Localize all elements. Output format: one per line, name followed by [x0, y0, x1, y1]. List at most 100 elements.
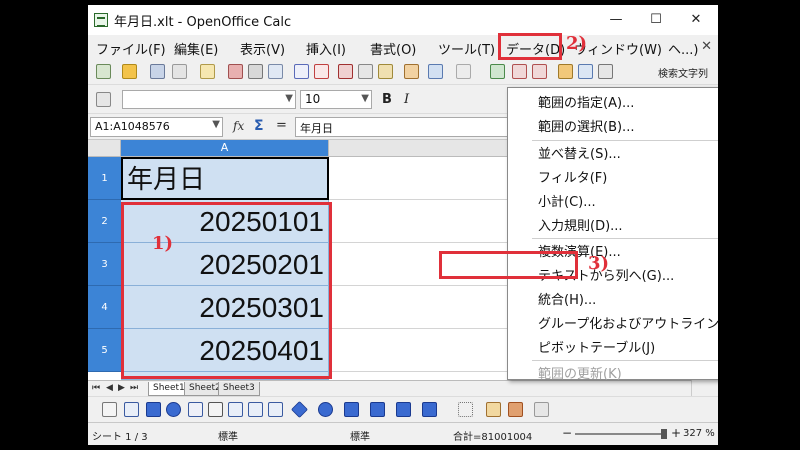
- callout-icon[interactable]: [248, 402, 263, 417]
- stars-icon[interactable]: [422, 402, 437, 417]
- font-name-select[interactable]: ▼: [122, 90, 296, 109]
- standard-toolbar: 検索文字列: [88, 59, 718, 85]
- italic-button[interactable]: I: [404, 92, 409, 107]
- draw-functions-icon[interactable]: [578, 64, 593, 79]
- sort-descending-icon[interactable]: [532, 64, 547, 79]
- navigator-icon[interactable]: [598, 64, 613, 79]
- zoom-slider-handle[interactable]: [660, 429, 667, 439]
- column-header-a[interactable]: A: [121, 140, 329, 157]
- page-style[interactable]: 標準: [218, 428, 238, 443]
- row-header-3[interactable]: 3: [88, 243, 121, 286]
- search-text-label[interactable]: 検索文字列: [658, 65, 708, 80]
- connector-icon[interactable]: [228, 402, 243, 417]
- menu-file[interactable]: ファイル(F): [96, 39, 166, 58]
- chart-icon[interactable]: [558, 64, 573, 79]
- copy-icon[interactable]: [358, 64, 373, 79]
- autospellcheck-icon[interactable]: [314, 64, 329, 79]
- select-all-corner[interactable]: [88, 140, 121, 157]
- freeform-icon[interactable]: [188, 402, 203, 417]
- data-menu-item-select-range[interactable]: 範囲の選択(B)...: [538, 116, 634, 135]
- callouts-icon[interactable]: [396, 402, 411, 417]
- sheet-tab-3[interactable]: Sheet3: [218, 382, 260, 396]
- zoom-level[interactable]: 327 %: [683, 428, 715, 439]
- sheet-tab-bar: ⏮ ◀ ▶ ⏭ Sheet1 Sheet2 Sheet3: [88, 380, 691, 396]
- select-arrow-icon[interactable]: [102, 402, 117, 417]
- data-menu-item-sort[interactable]: 並べ替え(S)...: [538, 143, 621, 162]
- menu-window[interactable]: ウィンドウ(W): [574, 39, 662, 58]
- menu-format[interactable]: 書式(O): [370, 39, 416, 58]
- paste-icon[interactable]: [378, 64, 393, 79]
- name-box[interactable]: A1:A1048576 ▼: [90, 117, 223, 137]
- line-icon[interactable]: [124, 402, 139, 417]
- maximize-button[interactable]: ☐: [636, 7, 676, 33]
- cut-icon[interactable]: [338, 64, 353, 79]
- flowchart-icon[interactable]: [370, 402, 385, 417]
- last-sheet-button[interactable]: ⏭: [130, 383, 138, 393]
- open-folder-icon[interactable]: [122, 64, 137, 79]
- fontwork-icon[interactable]: [486, 402, 501, 417]
- undo-icon[interactable]: [428, 64, 443, 79]
- zoom-slider[interactable]: [575, 433, 667, 435]
- row-header-4[interactable]: 4: [88, 286, 121, 329]
- email-icon[interactable]: [172, 64, 187, 79]
- menu-tools[interactable]: ツール(T): [438, 39, 495, 58]
- menu-edit[interactable]: 編集(E): [174, 39, 218, 58]
- selection-mode[interactable]: 標準: [350, 428, 370, 443]
- row-header-5[interactable]: 5: [88, 329, 121, 372]
- zoom-out-button[interactable]: −: [562, 426, 572, 440]
- block-arrow-icon[interactable]: [268, 402, 283, 417]
- sum-button[interactable]: Σ: [254, 118, 264, 134]
- data-menu-item-group-and-outline[interactable]: グループ化およびアウトライン(I): [538, 313, 718, 332]
- styles-icon[interactable]: [96, 92, 111, 107]
- sheet-info: シート 1 / 3: [92, 432, 148, 443]
- menu-view[interactable]: 表示(V): [240, 39, 285, 58]
- data-menu-item-subtotals[interactable]: 小計(C)...: [538, 191, 596, 210]
- row-header-1[interactable]: 1: [88, 157, 121, 200]
- data-menu-dropdown: 範囲の指定(A)...範囲の選択(B)...並べ替え(S)...フィルタ(F)▶…: [507, 87, 718, 382]
- print-icon[interactable]: [248, 64, 263, 79]
- data-menu-item-consolidate[interactable]: 統合(H)...: [538, 289, 596, 308]
- data-menu-item-validity[interactable]: 入力規則(D)...: [538, 215, 623, 234]
- new-document-icon[interactable]: [96, 64, 111, 79]
- edit-mode-icon[interactable]: [200, 64, 215, 79]
- annotation-step3: 3): [588, 253, 610, 274]
- symbol-shapes-icon[interactable]: [318, 402, 333, 417]
- font-size-select[interactable]: 10 ▼: [300, 90, 372, 109]
- save-icon[interactable]: [150, 64, 165, 79]
- first-sheet-button[interactable]: ⏮: [92, 383, 100, 393]
- text-icon[interactable]: [208, 402, 223, 417]
- menu-help[interactable]: ヘ...): [668, 39, 698, 58]
- chevron-down-icon: ▼: [285, 93, 293, 104]
- ellipse-icon[interactable]: [166, 402, 181, 417]
- block-arrows-icon[interactable]: [344, 402, 359, 417]
- minimize-button[interactable]: —: [596, 7, 636, 33]
- data-menu-item-define-range[interactable]: 範囲の指定(A)...: [538, 92, 634, 111]
- redo-icon[interactable]: [456, 64, 471, 79]
- clone-formatting-icon[interactable]: [404, 64, 419, 79]
- points-icon[interactable]: [458, 402, 473, 417]
- data-menu-item-pivot-table[interactable]: ピボットテーブル(J): [538, 337, 655, 356]
- basic-shapes-icon[interactable]: [291, 401, 308, 418]
- page-preview-icon[interactable]: [268, 64, 283, 79]
- hyperlink-icon[interactable]: [490, 64, 505, 79]
- bold-button[interactable]: B: [382, 92, 392, 107]
- close-document-icon[interactable]: ✕: [701, 39, 712, 54]
- function-wizard-button[interactable]: fx: [233, 119, 244, 133]
- cell-a1[interactable]: 年月日: [121, 157, 329, 200]
- next-sheet-button[interactable]: ▶: [118, 383, 125, 393]
- previous-sheet-button[interactable]: ◀: [106, 383, 113, 393]
- export-pdf-icon[interactable]: [228, 64, 243, 79]
- from-file-icon[interactable]: [508, 402, 523, 417]
- close-window-button[interactable]: ✕: [676, 7, 716, 33]
- spellcheck-icon[interactable]: [294, 64, 309, 79]
- function-button[interactable]: =: [276, 118, 287, 133]
- extrusion-icon[interactable]: [534, 402, 549, 417]
- zoom-in-button[interactable]: +: [671, 426, 681, 440]
- data-menu-item-filter[interactable]: フィルタ(F): [538, 167, 607, 186]
- sort-ascending-icon[interactable]: [512, 64, 527, 79]
- annotation-step2: 2): [566, 33, 588, 54]
- sum-readout: 合計=81001004: [453, 432, 533, 443]
- rectangle-icon[interactable]: [146, 402, 161, 417]
- row-header-2[interactable]: 2: [88, 200, 121, 243]
- menu-insert[interactable]: 挿入(I): [306, 39, 346, 58]
